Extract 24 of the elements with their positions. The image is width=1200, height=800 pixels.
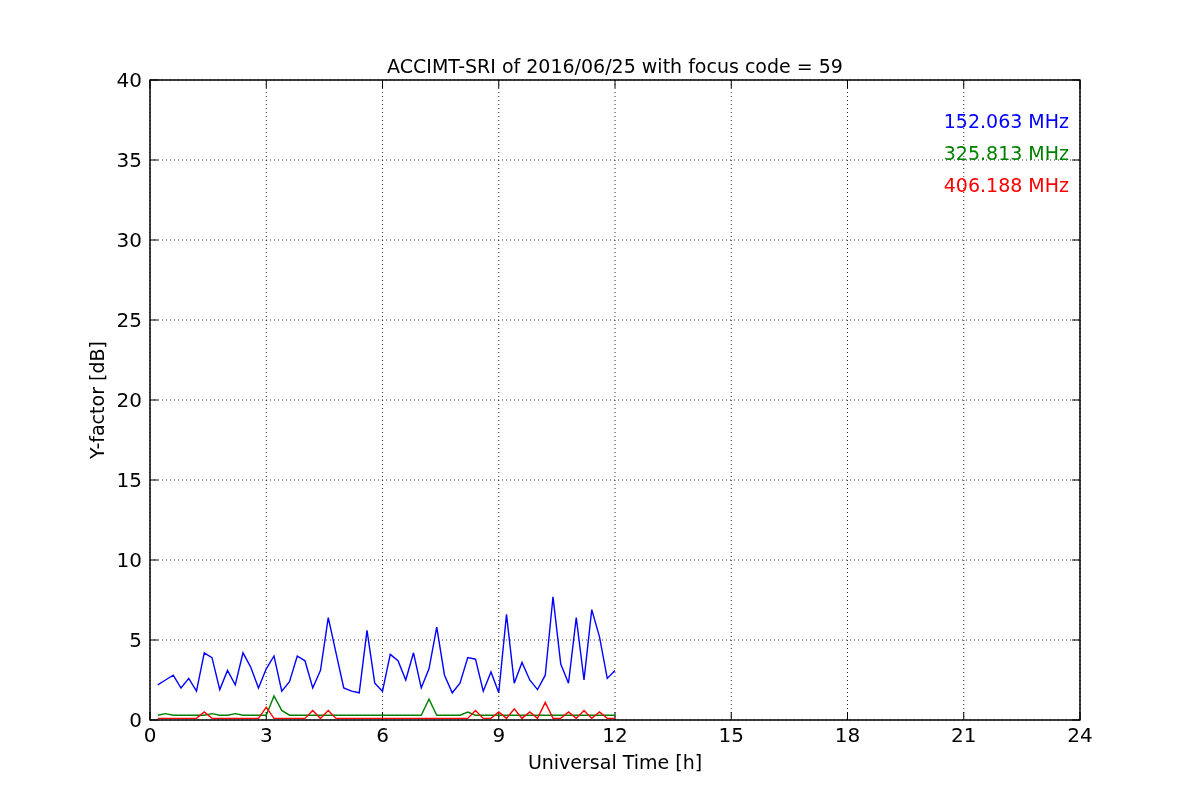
tick-label: 21 [951,723,977,747]
tick-label: 15 [116,468,142,492]
tick-label: 15 [718,723,744,747]
tick-label: 40 [116,68,142,92]
tick-label: 5 [129,628,142,652]
tick-label: 20 [116,388,142,412]
legend-label: 406.188 MHz [943,174,1069,196]
chart-title: ACCIMT-SRI of 2016/06/25 with focus code = 59 [387,55,843,77]
tick-label: 0 [143,723,157,747]
legend-label: 152.063 MHz [943,110,1069,132]
axis-label: Y-factor [dB] [86,341,108,459]
axis-label: Universal Time [h] [527,751,703,773]
tick-label: 30 [116,228,142,252]
tick-label: 9 [492,723,506,747]
tick-label: 25 [116,308,142,332]
legend-label: 325.813 MHz [943,142,1069,164]
tick-label: 10 [116,548,142,572]
tick-label: 0 [129,708,142,732]
tick-label: 24 [1067,723,1093,747]
tick-label: 3 [259,723,273,747]
tick-label: 35 [116,148,142,172]
tick-label: 12 [602,723,628,747]
tick-label: 6 [376,723,389,747]
tick-label: 18 [834,723,861,747]
